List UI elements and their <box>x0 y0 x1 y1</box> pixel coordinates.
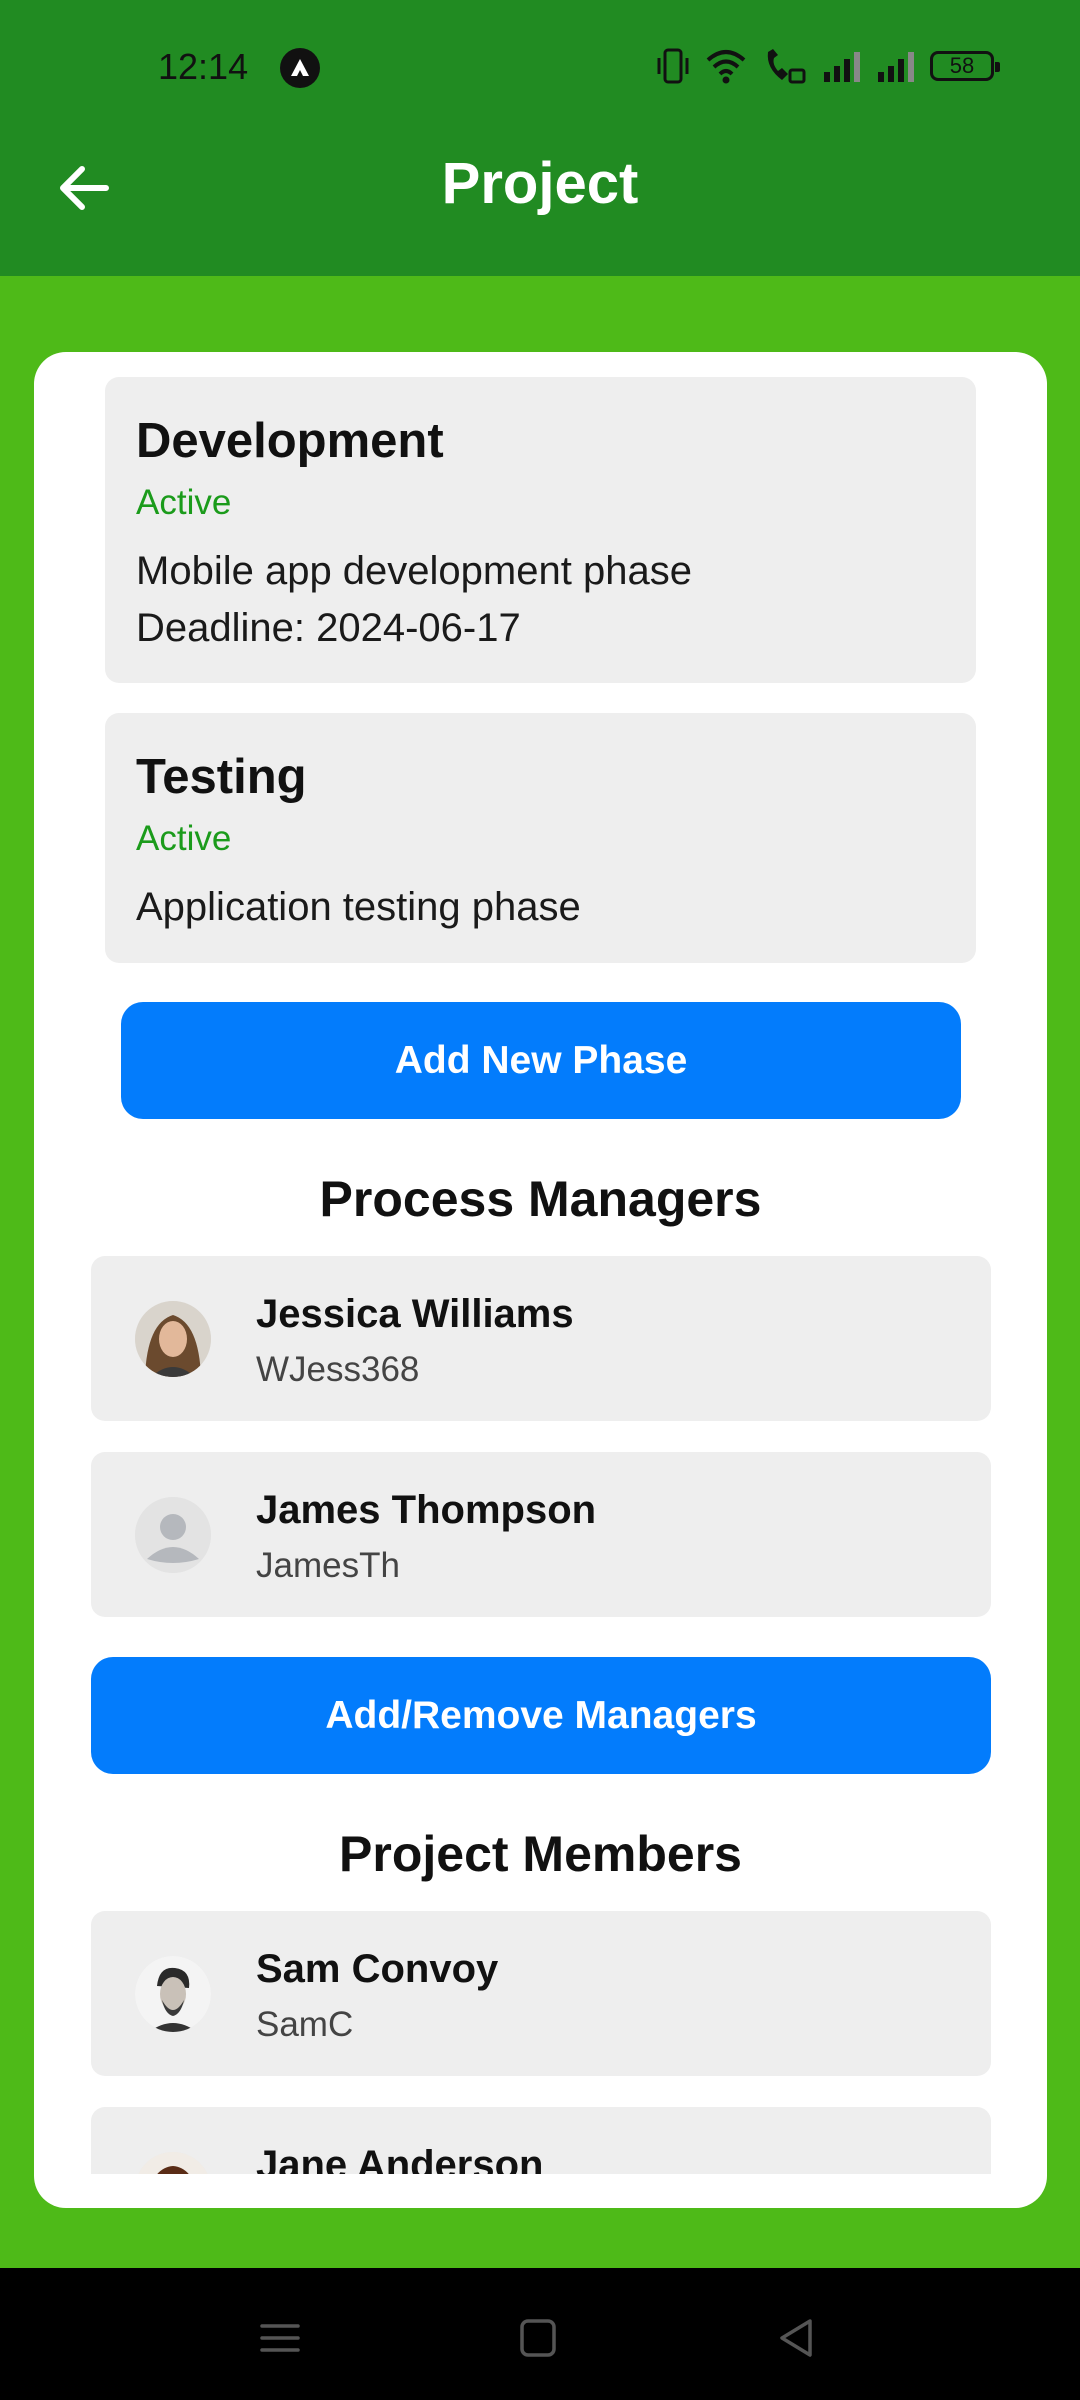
add-phase-button[interactable]: Add New Phase <box>121 1002 961 1119</box>
phase-card[interactable]: Development Active Mobile app developmen… <box>105 377 976 683</box>
manager-username: JamesTh <box>256 1546 400 1585</box>
manager-name: James Thompson <box>256 1488 597 1532</box>
home-button[interactable] <box>508 2308 568 2368</box>
signal-1-icon <box>824 52 860 82</box>
app-header: 12:14 58 Project <box>0 0 1080 276</box>
system-navigation-bar <box>0 2268 1080 2400</box>
back-nav-button[interactable] <box>766 2308 826 2368</box>
project-card: Development Active Mobile app developmen… <box>34 352 1047 2208</box>
phase-name: Development <box>136 414 444 468</box>
manager-item[interactable]: Jessica Williams WJess368 <box>91 1256 991 1421</box>
member-item[interactable]: Jane Anderson <box>91 2107 991 2174</box>
status-time: 12:14 <box>158 46 249 87</box>
add-remove-managers-button[interactable]: Add/Remove Managers <box>91 1657 991 1774</box>
status-icons: 58 <box>656 44 1000 88</box>
phase-status: Active <box>136 483 232 522</box>
battery-icon: 58 <box>930 51 1000 81</box>
square-icon <box>520 2319 556 2357</box>
member-username: SamC <box>256 2005 354 2044</box>
phase-name: Testing <box>136 750 307 804</box>
scroll-content[interactable]: Development Active Mobile app developmen… <box>34 352 1047 2174</box>
members-section-title: Project Members <box>339 1826 742 1882</box>
wifi-call-icon <box>767 49 806 84</box>
member-name: Jane Anderson <box>256 2143 544 2174</box>
avatar <box>135 2152 211 2174</box>
app-notification-icon <box>280 48 320 88</box>
wifi-icon <box>706 50 746 84</box>
vibrate-icon <box>657 48 689 84</box>
manager-item[interactable]: James Thompson JamesTh <box>91 1452 991 1617</box>
member-item[interactable]: Sam Convoy SamC <box>91 1911 991 2076</box>
phase-description: Application testing phase <box>136 885 581 929</box>
menu-icon <box>260 2324 300 2352</box>
phase-description: Mobile app development phase <box>136 549 692 593</box>
phase-deadline: Deadline: 2024-06-17 <box>136 606 521 650</box>
managers-section-title: Process Managers <box>319 1171 762 1227</box>
avatar <box>135 1956 211 2032</box>
page-title: Project <box>441 151 639 216</box>
member-name: Sam Convoy <box>256 1947 499 1991</box>
signal-2-icon <box>878 52 914 82</box>
recents-button[interactable] <box>250 2308 310 2368</box>
default-avatar-icon <box>135 1497 211 1573</box>
avatar <box>135 1301 211 1377</box>
status-bar: 12:14 58 <box>0 0 1080 136</box>
manager-username: WJess368 <box>256 1350 420 1389</box>
manager-name: Jessica Williams <box>256 1292 574 1336</box>
triangle-back-icon <box>780 2319 812 2357</box>
phase-card[interactable]: Testing Active Application testing phase <box>105 713 976 963</box>
phase-status: Active <box>136 819 232 858</box>
